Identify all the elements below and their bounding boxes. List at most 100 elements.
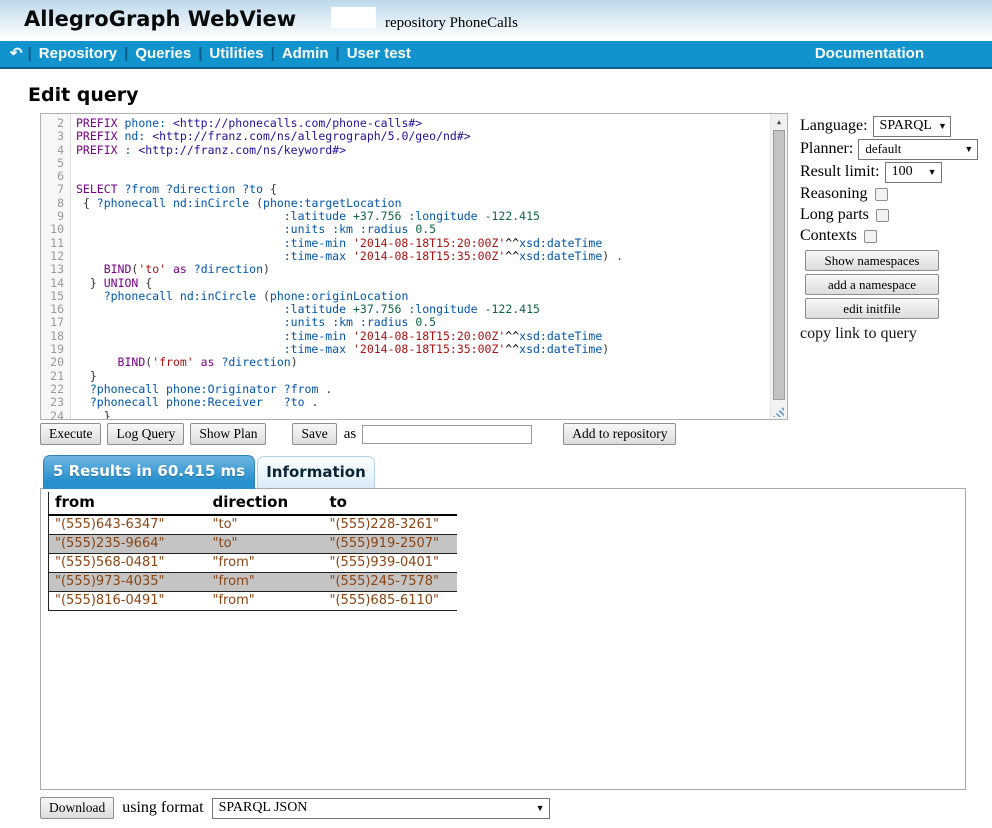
line-number: 19 [41, 343, 70, 356]
result-limit-select-value: 100 [892, 164, 913, 180]
reasoning-row: Reasoning [800, 184, 992, 204]
line-number: 9 [41, 210, 70, 223]
chevron-down-icon: ▼ [536, 803, 545, 813]
log-query-button[interactable]: Log Query [107, 423, 184, 445]
header: AllegroGraph WebView repository PhoneCal… [0, 0, 992, 41]
code-line: { ?phonecall nd:inCircle (phone:targetLo… [76, 197, 769, 210]
line-number: 6 [41, 170, 70, 183]
nav-item-documentation[interactable]: Documentation [815, 45, 924, 62]
line-number: 23 [41, 396, 70, 409]
long-parts-checkbox[interactable] [876, 209, 889, 222]
nav-item-repository[interactable]: Repository [39, 45, 117, 62]
result-cell: "(555)939-0401" [324, 554, 457, 573]
result-cell: "(555)235-9664" [49, 535, 207, 554]
format-select[interactable]: SPARQL JSON ▼ [212, 798, 550, 819]
result-limit-row: Result limit: 100 ▼ [800, 161, 992, 183]
query-code-area[interactable]: PREFIX phone: <http://phonecalls.com/pho… [72, 117, 769, 419]
language-select[interactable]: SPARQL ▼ [873, 116, 951, 137]
line-number: 16 [41, 303, 70, 316]
line-number: 17 [41, 316, 70, 329]
planner-select-value: default [865, 141, 901, 157]
line-number: 2 [41, 117, 70, 130]
show-namespaces-button[interactable]: Show namespaces [805, 250, 939, 271]
line-number: 8 [41, 197, 70, 210]
planner-select[interactable]: default ▼ [858, 139, 978, 160]
nav-item-user-test[interactable]: User test [347, 45, 411, 62]
code-line: } UNION { [76, 277, 769, 290]
language-select-value: SPARQL [880, 118, 932, 134]
tab-results[interactable]: 5 Results in 60.415 ms [43, 455, 255, 489]
editor-line-numbers: 23456789101112131415161718192021222324 [41, 114, 71, 419]
nav-item-utilities[interactable]: Utilities [209, 45, 263, 62]
language-row: Language: SPARQL ▼ [800, 115, 992, 137]
nav-item-queries[interactable]: Queries [135, 45, 191, 62]
nav-item-admin[interactable]: Admin [282, 45, 329, 62]
execute-button[interactable]: Execute [40, 423, 101, 445]
editor-scrollbar[interactable]: ▲ [770, 114, 787, 419]
allegrograph-webview-app: AllegroGraph WebView repository PhoneCal… [0, 0, 992, 828]
code-line: BIND('from' as ?direction) [76, 356, 769, 369]
code-line: PREFIX phone: <http://phonecalls.com/pho… [76, 117, 769, 130]
repository-name: PhoneCalls [450, 15, 518, 31]
header-blank-box [331, 7, 376, 28]
line-number: 12 [41, 250, 70, 263]
nav-separator: | [28, 45, 32, 62]
code-line: :time-min '2014-08-18T15:20:00Z'^^xsd:da… [76, 237, 769, 250]
nav-separator: | [271, 45, 275, 62]
result-cell: "(555)816-0491" [49, 592, 207, 611]
code-line: } [76, 370, 769, 383]
result-cell: "from" [207, 573, 324, 592]
download-button[interactable]: Download [40, 797, 114, 819]
reasoning-checkbox[interactable] [875, 188, 888, 201]
contexts-checkbox[interactable] [864, 230, 877, 243]
code-line: :units :km :radius 0.5 [76, 223, 769, 236]
app-title: AllegroGraph WebView [24, 7, 296, 31]
line-number: 13 [41, 263, 70, 276]
result-cell: "(555)919-2507" [324, 535, 457, 554]
result-cell: "(555)643-6347" [49, 515, 207, 535]
add-a-namespace-button[interactable]: add a namespace [805, 274, 939, 295]
code-line: PREFIX : <http://franz.com/ns/keyword#> [76, 144, 769, 157]
line-number: 14 [41, 277, 70, 290]
column-header-direction: direction [207, 492, 324, 515]
line-number: 20 [41, 356, 70, 369]
line-number: 3 [41, 130, 70, 143]
result-limit-select[interactable]: 100 ▼ [885, 162, 942, 183]
column-header-to: to [324, 492, 457, 515]
table-row: "(555)643-6347""to""(555)228-3261" [49, 515, 457, 535]
table-row: "(555)816-0491""from""(555)685-6110" [49, 592, 457, 611]
code-line [76, 157, 769, 170]
chevron-down-icon: ▼ [964, 144, 973, 154]
line-number: 15 [41, 290, 70, 303]
save-button[interactable]: Save [292, 423, 336, 445]
contexts-row: Contexts [800, 226, 992, 246]
line-number: 24 [41, 410, 70, 423]
tab-information[interactable]: Information [257, 456, 375, 488]
column-header-from: from [49, 492, 207, 515]
long-parts-label: Long parts [800, 206, 869, 224]
scrollbar-thumb[interactable] [773, 130, 785, 400]
line-number: 7 [41, 183, 70, 196]
edit-initfile-button[interactable]: edit initfile [805, 298, 939, 319]
result-cell: "(555)973-4035" [49, 573, 207, 592]
code-line: ?phonecall phone:Receiver ?to . [76, 396, 769, 409]
table-row: "(555)235-9664""to""(555)919-2507" [49, 535, 457, 554]
query-editor[interactable]: 23456789101112131415161718192021222324 P… [40, 113, 788, 420]
show-plan-button[interactable]: Show Plan [190, 423, 266, 445]
results-table: fromdirectionto "(555)643-6347""to""(555… [48, 492, 457, 611]
back-arrow-icon[interactable]: ↶ [10, 44, 23, 62]
result-limit-label: Result limit: [800, 163, 880, 181]
chevron-down-icon: ▼ [928, 167, 937, 177]
line-number: 21 [41, 370, 70, 383]
copy-link-to-query-link[interactable]: copy link to query [800, 325, 992, 343]
code-line: ?phonecall nd:inCircle (phone:originLoca… [76, 290, 769, 303]
line-number: 10 [41, 223, 70, 236]
repository-label: repository PhoneCalls [385, 15, 518, 32]
save-as-input[interactable] [362, 425, 532, 444]
query-toolbar: Execute Log Query Show Plan Save as Add … [40, 423, 676, 445]
nav-separator: | [198, 45, 202, 62]
scroll-up-icon[interactable]: ▲ [771, 114, 787, 130]
planner-row: Planner: default ▼ [800, 138, 992, 160]
line-number: 5 [41, 157, 70, 170]
add-to-repository-button[interactable]: Add to repository [563, 423, 676, 445]
